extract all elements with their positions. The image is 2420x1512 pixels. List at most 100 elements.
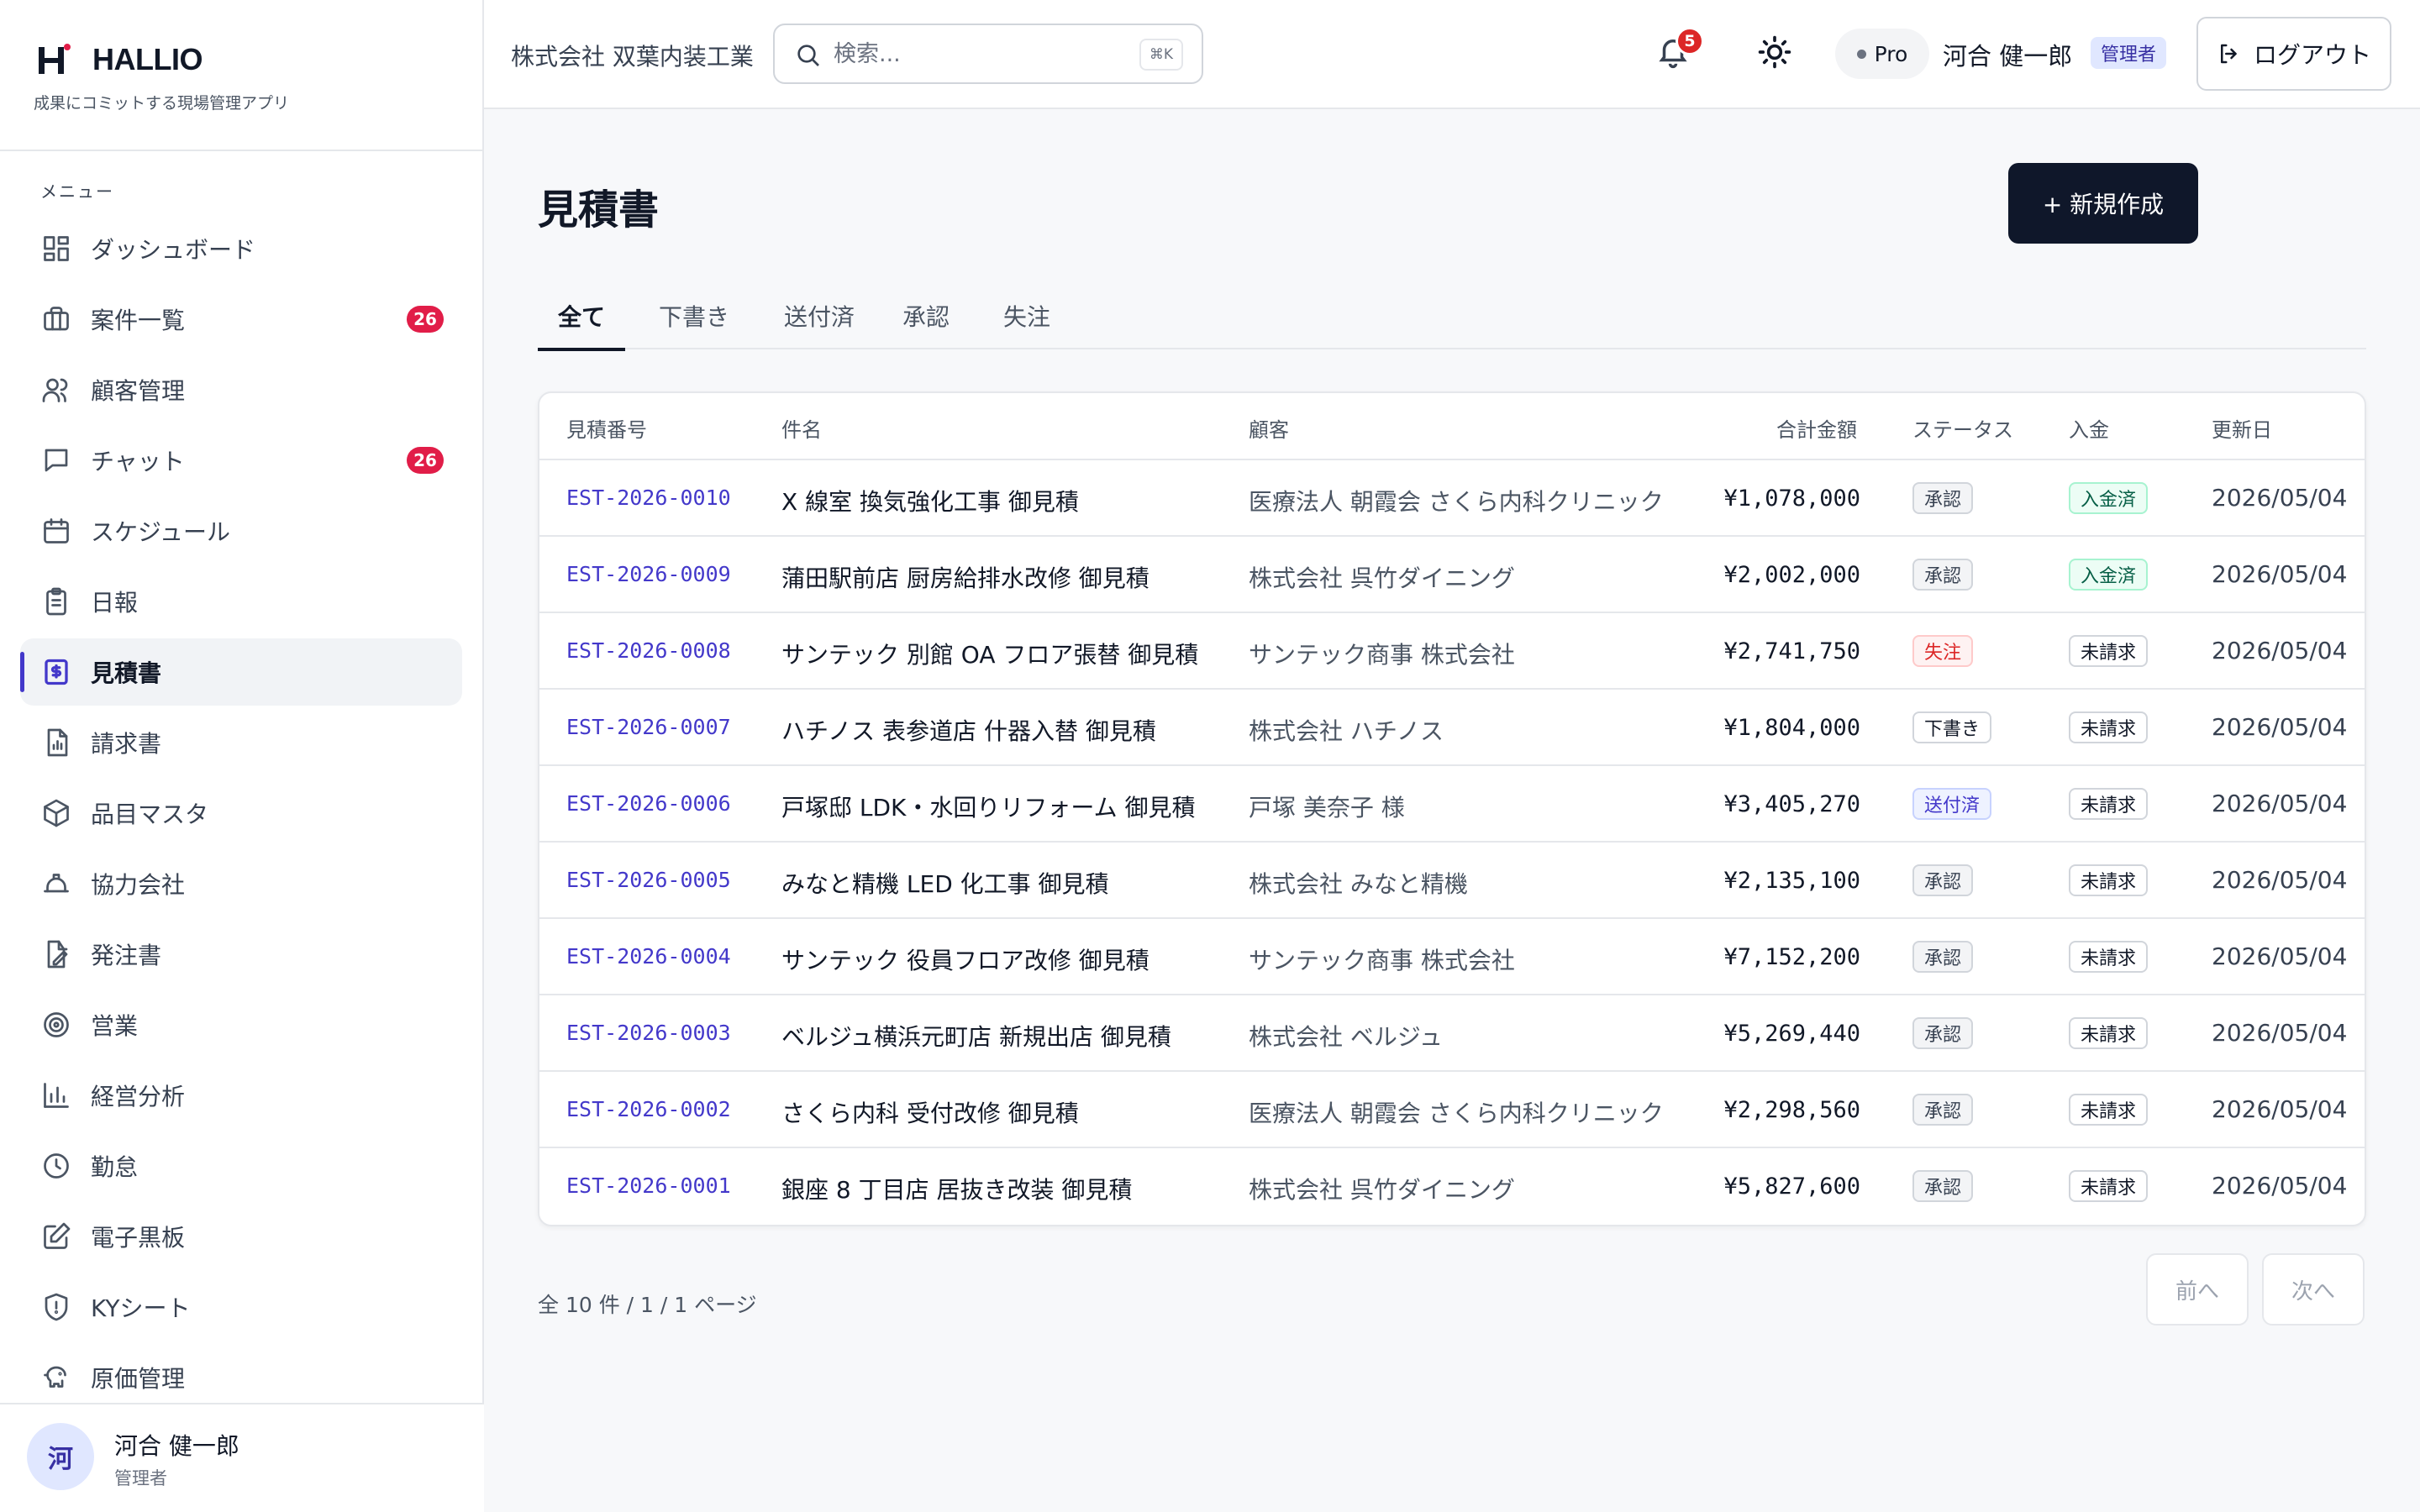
- logout-button[interactable]: ログアウト: [2196, 17, 2391, 91]
- sidebar-user[interactable]: 河 河合 健一郎 管理者: [0, 1403, 484, 1512]
- table-row[interactable]: EST-2026-0004 サンテック 役員フロア改修 御見積 サンテック商事 株式…: [539, 919, 2365, 995]
- header-user-name: 河合 健一郎: [1943, 42, 2073, 71]
- table-row[interactable]: EST-2026-0006 戸塚邸 LDK・水回りリフォーム 御見積 戸塚 美奈子 …: [539, 766, 2365, 843]
- plan-badge[interactable]: Pro: [1835, 29, 1929, 79]
- status-badge: 承認: [1912, 482, 1974, 514]
- payment-badge: 未請求: [2069, 635, 2149, 667]
- sidebar-item-11[interactable]: 発注書: [20, 921, 462, 988]
- estimate-number-link[interactable]: EST-2026-0010: [566, 486, 731, 510]
- updated-date: 2026/05/04: [2212, 484, 2348, 512]
- total-amount: ¥7,152,200: [1723, 944, 1860, 970]
- sidebar-item-9[interactable]: 品目マスタ: [20, 780, 462, 847]
- dashboard-icon: [40, 233, 72, 265]
- estimate-number-link[interactable]: EST-2026-0001: [566, 1173, 731, 1198]
- sidebar-item-3[interactable]: 顧客管理: [20, 356, 462, 423]
- table-row[interactable]: EST-2026-0009 蒲田駅前店 厨房給排水改修 御見積 株式会社 呉竹ダイニ…: [539, 537, 2365, 613]
- updated-date: 2026/05/04: [2212, 942, 2348, 970]
- sidebar-item-12[interactable]: 営業: [20, 991, 462, 1058]
- table-row[interactable]: EST-2026-0001 銀座 8 丁目店 居抜き改装 御見積 株式会社 呉竹ダイ…: [539, 1148, 2365, 1225]
- client-name: 医療法人 朝霞会 さくら内科クリニック: [1249, 488, 1664, 516]
- main-content: 見積書 + 新規作成 全て 下書き 送付済 承認 失注 見積番号 件名 顧客 合計金額 ステータ…: [484, 109, 2420, 1512]
- estimate-title: X 線室 換気強化工事 御見積: [781, 488, 1079, 516]
- new-estimate-button[interactable]: + 新規作成: [2008, 163, 2198, 244]
- payment-badge: 未請求: [2069, 1170, 2149, 1202]
- updated-date: 2026/05/04: [2212, 790, 2348, 817]
- sidebar-item-label: 営業: [91, 1012, 139, 1040]
- tab-1[interactable]: 全て: [538, 291, 625, 351]
- sidebar-item-2[interactable]: 案件一覧 26: [20, 286, 462, 353]
- brand[interactable]: HALLIO 成果にコミットする現場管理アプリ: [34, 37, 454, 121]
- column-header: ステータス: [1912, 418, 2013, 442]
- payment-badge: 未請求: [2069, 1094, 2149, 1126]
- sidebar-item-1[interactable]: ダッシュボード: [20, 215, 462, 282]
- client-name: サンテック商事 株式会社: [1249, 947, 1515, 974]
- updated-date: 2026/05/04: [2212, 1172, 2348, 1200]
- estimate-number-link[interactable]: EST-2026-0007: [566, 715, 731, 739]
- column-header: 件名: [781, 418, 822, 442]
- payment-badge: 入金済: [2069, 482, 2149, 514]
- count-badge: 26: [407, 306, 444, 333]
- calendar-icon: [40, 515, 72, 547]
- tab-3[interactable]: 送付済: [780, 291, 859, 349]
- search-icon: [795, 42, 822, 69]
- estimate-number-link[interactable]: EST-2026-0004: [566, 944, 731, 969]
- sidebar-item-label: 案件一覧: [91, 307, 186, 334]
- estimate-number-link[interactable]: EST-2026-0006: [566, 791, 731, 816]
- sidebar-item-14[interactable]: 勤怠: [20, 1132, 462, 1200]
- sidebar-item-4[interactable]: チャット 26: [20, 427, 462, 494]
- estimate-number-link[interactable]: EST-2026-0008: [566, 638, 731, 663]
- estimate-number-link[interactable]: EST-2026-0003: [566, 1021, 731, 1045]
- sidebar-item-5[interactable]: スケジュール: [20, 497, 462, 564]
- table-row[interactable]: EST-2026-0007 ハチノス 表参道店 什器入替 御見積 株式会社 ハチノス…: [539, 690, 2365, 766]
- payment-badge: 未請求: [2069, 1017, 2149, 1049]
- status-badge: 承認: [1912, 1170, 1974, 1202]
- total-amount: ¥2,741,750: [1723, 638, 1860, 664]
- tab-4[interactable]: 承認: [897, 291, 955, 349]
- chat-icon: [40, 444, 72, 476]
- tab-5[interactable]: 失注: [998, 291, 1055, 349]
- estimate-number-link[interactable]: EST-2026-0005: [566, 868, 731, 892]
- client-name: 株式会社 ベルジュ: [1249, 1023, 1443, 1051]
- page-title: 見積書: [538, 186, 660, 234]
- status-tabs: 全て 下書き 送付済 承認 失注: [538, 291, 2366, 351]
- plan-dot-icon: [1856, 49, 1866, 59]
- estimate-title: サンテック 役員フロア改修 御見積: [781, 947, 1150, 974]
- sidebar-item-13[interactable]: 経営分析: [20, 1062, 462, 1129]
- sidebar-item-8[interactable]: 請求書: [20, 709, 462, 776]
- sidebar-item-7[interactable]: 見積書: [20, 638, 462, 706]
- table-header: 見積番号 件名 顧客 合計金額 ステータス 入金 更新日: [539, 393, 2365, 460]
- sun-icon[interactable]: [1756, 34, 1797, 74]
- sidebar-item-16[interactable]: KYシート: [20, 1273, 462, 1341]
- status-badge: 承認: [1912, 1094, 1974, 1126]
- briefcase-icon: [40, 303, 72, 335]
- next-page-button[interactable]: 次へ: [2262, 1253, 2365, 1326]
- menu-heading: メニュー: [40, 181, 114, 202]
- prev-page-button[interactable]: 前へ: [2146, 1253, 2249, 1326]
- brand-tagline: 成果にコミットする現場管理アプリ: [34, 94, 290, 113]
- payment-badge: 未請求: [2069, 864, 2149, 896]
- sidebar-item-15[interactable]: 電子黒板: [20, 1203, 462, 1270]
- search-input[interactable]: [834, 37, 1102, 71]
- order-icon: [40, 938, 72, 970]
- sidebar-item-label: 経営分析: [91, 1083, 186, 1110]
- table-row[interactable]: EST-2026-0005 みなと精機 LED 化工事 御見積 株式会社 みなと精機…: [539, 843, 2365, 919]
- estimate-number-link[interactable]: EST-2026-0009: [566, 562, 731, 586]
- search-box[interactable]: ⌘K: [773, 24, 1203, 84]
- table-row[interactable]: EST-2026-0003 ベルジュ横浜元町店 新規出店 御見積 株式会社 ベルジュ…: [539, 995, 2365, 1072]
- sidebar-item-10[interactable]: 協力会社: [20, 850, 462, 917]
- hallio-logo-icon: [39, 44, 71, 74]
- logout-label: ログアウト: [2253, 42, 2371, 68]
- client-name: 戸塚 美奈子 様: [1249, 794, 1405, 822]
- status-badge: 送付済: [1912, 788, 1992, 820]
- estimate-number-link[interactable]: EST-2026-0002: [566, 1097, 731, 1121]
- table-row[interactable]: EST-2026-0010 X 線室 換気強化工事 御見積 医療法人 朝霞会 さくら…: [539, 460, 2365, 537]
- status-badge: 承認: [1912, 941, 1974, 973]
- column-header: 合計金額: [1776, 418, 1857, 442]
- tab-2[interactable]: 下書き: [657, 291, 731, 349]
- estimate-icon: [40, 656, 72, 688]
- client-name: サンテック商事 株式会社: [1249, 641, 1515, 669]
- table-row[interactable]: EST-2026-0008 サンテック 別館 OA フロア張替 御見積 サンテック商…: [539, 613, 2365, 690]
- sidebar-item-6[interactable]: 日報: [20, 568, 462, 635]
- table-row[interactable]: EST-2026-0002 さくら内科 受付改修 御見積 医療法人 朝霞会 さくら内…: [539, 1072, 2365, 1148]
- sidebar-item-17[interactable]: 原価管理: [20, 1344, 462, 1411]
